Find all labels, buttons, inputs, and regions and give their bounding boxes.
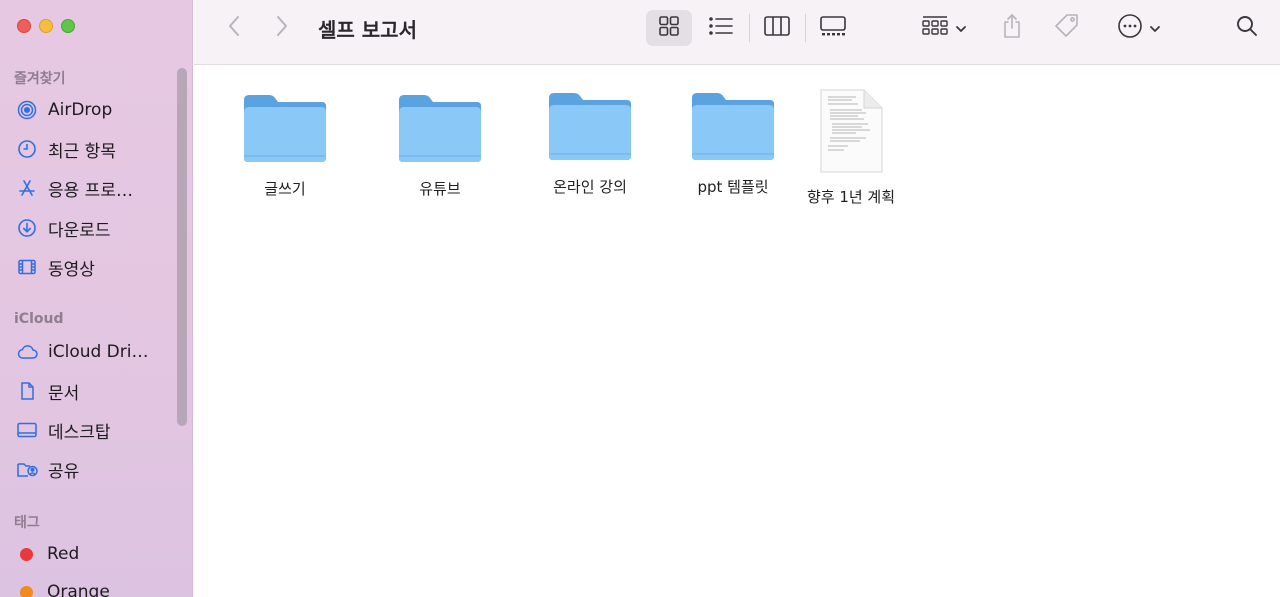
sidebar-item-movies[interactable]: 동영상 (16, 253, 176, 281)
sidebar-item-label: 문서 (48, 383, 80, 404)
sidebar-item-documents[interactable]: 문서 (16, 377, 176, 405)
sidebar-item-downloads[interactable]: 다운로드 (16, 214, 176, 242)
folder-icon (242, 92, 328, 170)
file-grid: 글쓰기 유튜브 온라인 강의 ppt 템플릿 향후 1년 계획 (194, 66, 1280, 597)
list-icon (708, 15, 734, 41)
list-view-button[interactable] (698, 10, 744, 46)
toolbar-divider (749, 14, 750, 42)
back-button[interactable] (220, 10, 248, 46)
forward-button[interactable] (268, 10, 296, 46)
folder-icon (547, 90, 633, 168)
toolbar: 셀프 보고서 (194, 0, 1280, 65)
close-window-button[interactable] (17, 19, 31, 33)
airdrop-icon (16, 99, 38, 121)
window-controls (17, 19, 75, 33)
sidebar-item-recents[interactable]: 최근 항목 (16, 135, 176, 163)
sidebar-item-label: iCloud Dri… (48, 342, 149, 362)
chevron-right-icon (275, 14, 289, 42)
toolbar-divider (805, 14, 806, 42)
cloud-icon (16, 341, 38, 363)
search-button[interactable] (1230, 10, 1264, 46)
shared-folder-icon (16, 458, 38, 480)
sidebar-item-applications[interactable]: 응용 프로… (16, 174, 176, 202)
file-item-folder[interactable]: 글쓰기 (234, 92, 336, 199)
clock-icon (16, 138, 38, 160)
file-item-document[interactable]: 향후 1년 계획 (796, 88, 906, 207)
tags-section-label: 태그 (14, 515, 40, 531)
icon-view-button[interactable] (646, 10, 692, 46)
file-item-folder[interactable]: 온라인 강의 (533, 90, 647, 197)
more-actions-button[interactable] (1112, 10, 1166, 46)
gallery-view-button[interactable] (810, 10, 856, 46)
desktop-icon (16, 419, 38, 441)
sidebar-item-tag-orange[interactable]: Orange (16, 578, 176, 597)
zoom-window-button[interactable] (61, 19, 75, 33)
file-name: ppt 템플릿 (697, 178, 769, 196)
applications-icon (16, 177, 38, 199)
sidebar-item-label: 응용 프로… (48, 180, 133, 201)
file-item-folder[interactable]: ppt 템플릿 (678, 90, 788, 197)
favorites-section-label: 즐겨찾기 (14, 71, 66, 87)
group-grid-icon (921, 15, 949, 41)
folder-icon (397, 92, 483, 170)
sidebar-item-label: 데스크탑 (48, 422, 111, 443)
file-name: 글쓰기 (264, 180, 306, 198)
chevron-left-icon (227, 14, 241, 42)
columns-icon (763, 15, 791, 41)
sidebar-item-icloud-drive[interactable]: iCloud Dri… (16, 338, 176, 366)
tag-icon (1053, 12, 1081, 44)
sidebar-scrollbar[interactable] (177, 68, 187, 426)
download-icon (16, 217, 38, 239)
tag-button[interactable] (1050, 10, 1084, 46)
sidebar-item-label: 다운로드 (48, 220, 111, 241)
search-icon (1235, 14, 1259, 42)
chevron-down-icon (1149, 19, 1161, 38)
orange-tag-dot-icon (20, 585, 33, 597)
ellipsis-circle-icon (1117, 13, 1143, 43)
sidebar-item-airdrop[interactable]: AirDrop (16, 96, 176, 124)
gallery-icon (819, 15, 847, 41)
file-item-folder[interactable]: 유튜브 (389, 92, 491, 199)
sidebar-item-label: Red (47, 544, 80, 564)
share-button[interactable] (996, 10, 1028, 46)
red-tag-dot-icon (20, 547, 33, 561)
film-icon (16, 256, 38, 278)
sidebar-item-label: 동영상 (48, 259, 95, 280)
sidebar-item-tag-red[interactable]: Red (16, 540, 176, 568)
share-icon (1001, 13, 1023, 43)
file-name: 향후 1년 계획 (806, 188, 896, 206)
sidebar-item-shared[interactable]: 공유 (16, 455, 176, 483)
file-name: 유튜브 (419, 180, 461, 198)
sidebar-item-label: AirDrop (48, 100, 113, 120)
column-view-button[interactable] (754, 10, 800, 46)
sidebar-item-label: Orange (47, 582, 110, 597)
minimize-window-button[interactable] (39, 19, 53, 33)
grid-icon (658, 15, 680, 41)
sidebar-item-label: 공유 (48, 461, 80, 482)
icloud-section-label: iCloud (14, 311, 64, 327)
sidebar-item-label: 최근 항목 (48, 141, 116, 162)
folder-icon (690, 90, 776, 168)
document-icon (16, 380, 38, 402)
file-name: 온라인 강의 (553, 178, 627, 196)
sidebar: 즐겨찾기 AirDrop 최근 항목 응용 프로… 다운로드 동영상 iClou… (0, 0, 193, 597)
chevron-down-icon (955, 19, 967, 38)
group-by-button[interactable] (916, 10, 972, 46)
sidebar-item-desktop[interactable]: 데스크탑 (16, 416, 176, 444)
window-title: 셀프 보고서 (318, 18, 417, 42)
document-thumbnail-icon (818, 88, 884, 178)
